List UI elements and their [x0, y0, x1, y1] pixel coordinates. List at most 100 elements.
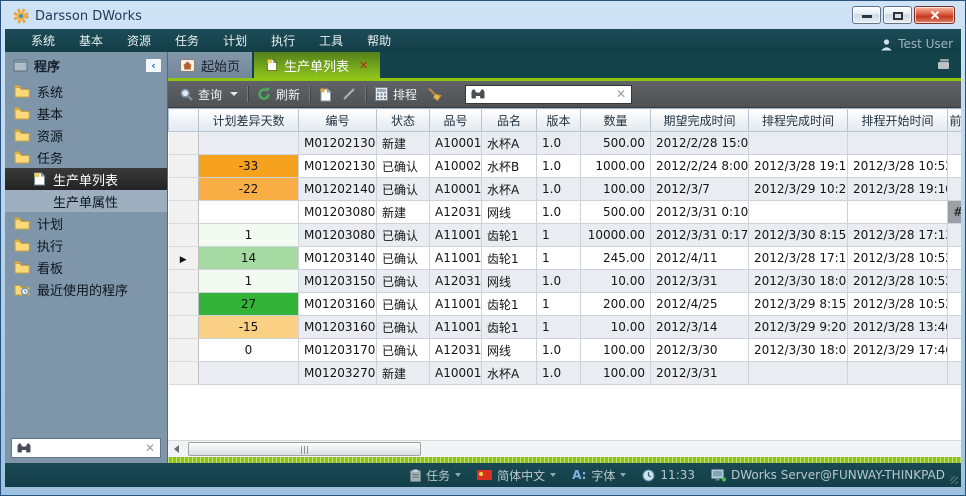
chevron-down-icon — [550, 473, 556, 477]
sidebar-item[interactable]: 执行 — [5, 234, 167, 256]
broom-icon — [427, 87, 442, 101]
query-button[interactable]: 查询 — [175, 83, 243, 106]
status-tasks-menu[interactable]: 任务 — [410, 467, 461, 484]
folder-icon — [14, 106, 30, 120]
sidebar-search-input[interactable] — [35, 441, 141, 455]
menu-item[interactable]: 基本 — [67, 29, 115, 52]
sidebar-item[interactable]: 计划 — [5, 212, 167, 234]
sidebar-search-clear-icon[interactable]: ✕ — [145, 442, 155, 454]
toolbar-search-box: ✕ — [465, 85, 632, 104]
column-header[interactable]: 状态 — [377, 109, 430, 132]
row-selector-cell[interactable]: ▶ — [169, 293, 199, 316]
menu-item[interactable]: 工具 — [307, 29, 355, 52]
table-row[interactable]: ▶ 1 M012030802 已确认 A11001 齿轮1 1 10000.00… — [169, 224, 962, 247]
cell-overflow — [948, 224, 962, 247]
cell-order-code: M012031701 — [299, 339, 377, 362]
sidebar-item[interactable]: 资源 — [5, 124, 167, 146]
menu-item[interactable]: 资源 — [115, 29, 163, 52]
column-header[interactable]: 品名 — [482, 109, 537, 132]
row-selector-cell[interactable]: ▶ — [169, 155, 199, 178]
sidebar-item[interactable]: 系统 — [5, 80, 167, 102]
binoculars-icon — [17, 443, 31, 453]
scroll-left-button[interactable] — [168, 441, 185, 457]
folder-icon — [14, 128, 30, 142]
row-selector-cell[interactable]: ▶ — [169, 270, 199, 293]
new-button[interactable] — [314, 84, 337, 105]
column-header[interactable]: 编号 — [299, 109, 377, 132]
column-header[interactable]: 品号 — [430, 109, 482, 132]
table-row[interactable]: ▶ -22 M012021401 已确认 A10001 水杯A 1.0 100.… — [169, 178, 962, 201]
cell-version: 1.0 — [537, 132, 581, 155]
maximize-button[interactable] — [883, 6, 912, 24]
close-button[interactable] — [914, 6, 955, 24]
row-selector-cell[interactable]: ▶ — [169, 362, 199, 385]
cell-order-code: M012031602 — [299, 316, 377, 339]
resize-grip[interactable] — [950, 476, 958, 484]
column-header[interactable]: 计划差异天数 — [199, 109, 299, 132]
table-row[interactable]: ▶ M012032701 新建 A10001 水杯A 1.0 100.00 20… — [169, 362, 962, 385]
page-icon — [266, 58, 278, 72]
status-font-menu[interactable]: A: 字体 — [572, 467, 626, 484]
tab-close-icon[interactable]: ✕ — [359, 59, 368, 72]
horizontal-scrollbar[interactable] — [168, 440, 961, 457]
menu-item[interactable]: 任务 — [163, 29, 211, 52]
table-row[interactable]: ▶ 27 M012031601 已确认 A11001 齿轮1 1 200.00 … — [169, 293, 962, 316]
table-row[interactable]: ▶ -15 M012031602 已确认 A11001 齿轮1 1 10.00 … — [169, 316, 962, 339]
cell-schedule-start: 2012/3/28 19:10 — [848, 178, 948, 201]
row-selector-cell[interactable]: ▶ — [169, 178, 199, 201]
schedule-button[interactable]: 排程 — [370, 83, 422, 106]
menu-item[interactable]: 执行 — [259, 29, 307, 52]
cell-schedule-finish — [749, 362, 848, 385]
cell-order-code: M012030801 — [299, 201, 377, 224]
sidebar-collapse-button[interactable]: ‹ — [145, 58, 162, 73]
tab-strip: 起始页 生产单列表 ✕ — [168, 52, 961, 78]
sidebar-search-box: ✕ — [11, 438, 161, 458]
table-row[interactable]: ▶ 14 M012031402 已确认 A11001 齿轮1 1 245.00 … — [169, 247, 962, 270]
clean-button[interactable] — [422, 84, 447, 104]
sidebar-item[interactable]: 基本 — [5, 102, 167, 124]
tab-production-order-list[interactable]: 生产单列表 ✕ — [254, 52, 380, 78]
sidebar-item[interactable]: 生产单属性 — [5, 190, 167, 212]
search-icon — [180, 88, 193, 101]
menu-item[interactable]: 计划 — [211, 29, 259, 52]
minimize-button[interactable] — [852, 6, 881, 24]
table-row[interactable]: ▶ 0 M012031701 已确认 A12031 网线 1.0 100.00 … — [169, 339, 962, 362]
edit-button[interactable] — [337, 84, 361, 104]
menu-item[interactable]: 系统 — [19, 29, 67, 52]
menu-item[interactable]: 帮助 — [355, 29, 403, 52]
refresh-button[interactable]: 刷新 — [252, 83, 305, 106]
float-window-icon[interactable] — [936, 58, 951, 70]
row-selector-cell[interactable]: ▶ — [169, 201, 199, 224]
cell-expected-finish: 2012/4/25 — [651, 293, 749, 316]
column-header[interactable]: 排程开始时间 — [848, 109, 948, 132]
tasks-label: 任务 — [426, 467, 450, 484]
sidebar-item[interactable]: 最近使用的程序 — [5, 278, 167, 300]
table-row[interactable]: ▶ 1 M012031501 已确认 A12031 网线 1.0 10.00 2… — [169, 270, 962, 293]
row-selector-cell[interactable]: ▶ — [169, 316, 199, 339]
chevron-down-icon[interactable] — [230, 92, 238, 96]
row-selector-cell[interactable]: ▶ — [169, 224, 199, 247]
cell-quantity: 1000.00 — [581, 155, 651, 178]
tab-start-page[interactable]: 起始页 — [168, 52, 252, 78]
production-order-grid: 计划差异天数编号状态品号品名版本数量期望完成时间排程完成时间排程开始时间前 ▶ … — [168, 108, 961, 440]
toolbar-search-clear-icon[interactable]: ✕ — [616, 88, 626, 100]
status-language-menu[interactable]: 简体中文 — [477, 467, 556, 484]
sidebar-item[interactable]: 生产单列表 — [5, 168, 167, 190]
row-selector-cell[interactable]: ▶ — [169, 247, 199, 270]
toolbar-separator — [247, 86, 248, 102]
column-header[interactable]: 前 — [948, 109, 962, 132]
sidebar-item[interactable]: 看板 — [5, 256, 167, 278]
table-row[interactable]: ▶ M012030801 新建 A12031 网线 1.0 500.00 201… — [169, 201, 962, 224]
row-selector-cell[interactable]: ▶ — [169, 339, 199, 362]
cell-overflow — [948, 270, 962, 293]
column-header[interactable]: 排程完成时间 — [749, 109, 848, 132]
row-selector-cell[interactable]: ▶ — [169, 132, 199, 155]
table-row[interactable]: ▶ -33 M012021302 已确认 A10002 水杯B 1.0 1000… — [169, 155, 962, 178]
toolbar-search-input[interactable] — [489, 87, 612, 101]
column-header[interactable]: 期望完成时间 — [651, 109, 749, 132]
scrollbar-thumb[interactable] — [188, 442, 421, 456]
column-header[interactable]: 数量 — [581, 109, 651, 132]
table-row[interactable]: ▶ M012021301 新建 A10001 水杯A 1.0 500.00 20… — [169, 132, 962, 155]
sidebar-item[interactable]: 任务 — [5, 146, 167, 168]
column-header[interactable]: 版本 — [537, 109, 581, 132]
